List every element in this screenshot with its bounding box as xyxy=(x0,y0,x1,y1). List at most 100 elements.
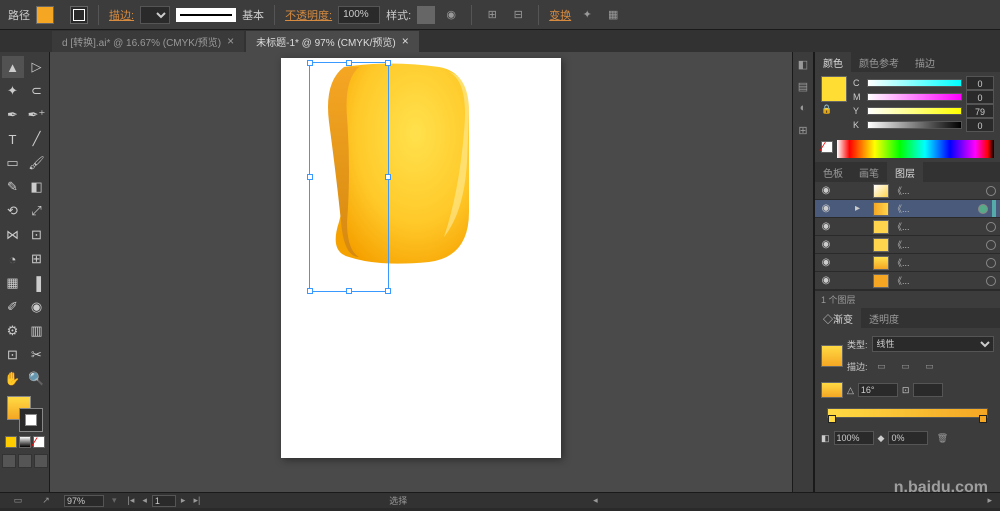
layer-item[interactable]: ◉《... xyxy=(815,218,1000,236)
direct-selection-tool[interactable]: ▷ xyxy=(26,56,48,78)
visibility-icon[interactable]: ◉ xyxy=(819,239,833,250)
stroke-grad-icon[interactable]: ▭ xyxy=(872,356,892,376)
tab-brushes[interactable]: 画笔 xyxy=(851,162,887,182)
gradient-tool[interactable]: ▐ xyxy=(26,272,48,294)
scale-tool[interactable]: ⤢ xyxy=(26,200,48,222)
free-transform-tool[interactable]: ⊡ xyxy=(26,224,48,246)
delete-stop-icon[interactable]: 🗑 xyxy=(932,428,952,448)
stop-opacity-input[interactable] xyxy=(834,431,874,445)
target-icon[interactable] xyxy=(986,222,996,232)
collapsed-panel-icon[interactable]: ▤ xyxy=(793,76,813,96)
normal-screen[interactable] xyxy=(2,454,16,468)
lasso-tool[interactable]: ⊂ xyxy=(26,80,48,102)
lock-icon[interactable]: 🔒 xyxy=(821,104,847,115)
opacity-link[interactable]: 不透明度: xyxy=(285,7,332,23)
target-icon[interactable] xyxy=(986,240,996,250)
cyan-value[interactable]: 0 xyxy=(966,76,994,90)
next-artboard[interactable]: ▸ xyxy=(178,495,189,506)
cyan-slider[interactable] xyxy=(867,79,962,87)
visibility-icon[interactable]: ◉ xyxy=(819,275,833,286)
yellow-slider[interactable] xyxy=(867,107,962,115)
transform-link[interactable]: 变换 xyxy=(549,7,571,23)
gradient-type-select[interactable]: 线性 xyxy=(872,336,994,352)
layer-item[interactable]: ◉《... xyxy=(815,254,1000,272)
tab-doc-2[interactable]: 未标题-1* @ 97% (CMYK/预览)× xyxy=(246,31,419,52)
target-icon[interactable] xyxy=(986,186,996,196)
stroke-width-select[interactable] xyxy=(140,6,170,24)
full-screen-menu[interactable] xyxy=(18,454,32,468)
layer-item[interactable]: ◉《... xyxy=(815,272,1000,290)
color-spectrum[interactable] xyxy=(837,140,994,158)
fill-stroke-control[interactable] xyxy=(7,396,43,432)
type-tool[interactable]: T xyxy=(2,128,24,150)
close-icon[interactable]: × xyxy=(402,34,409,48)
first-artboard[interactable]: |◂ xyxy=(125,495,138,506)
align2-icon[interactable]: ⊟ xyxy=(508,5,528,25)
magic-wand-tool[interactable]: ✦ xyxy=(2,80,24,102)
color-mode[interactable] xyxy=(5,436,17,448)
none-color-icon[interactable]: ⁄ xyxy=(821,141,833,153)
paintbrush-tool[interactable]: 🖌 xyxy=(26,152,48,174)
gradient-swatch[interactable] xyxy=(821,345,843,367)
symbol-sprayer-tool[interactable]: ⚙ xyxy=(2,320,24,342)
yellow-value[interactable]: 79 xyxy=(966,104,994,118)
stroke-preview[interactable] xyxy=(176,8,236,22)
target-icon[interactable] xyxy=(978,204,988,214)
visibility-icon[interactable]: ◉ xyxy=(819,221,833,232)
eraser-tool[interactable]: ◧ xyxy=(26,176,48,198)
zoom-input[interactable] xyxy=(64,495,104,507)
width-tool[interactable]: ⋈ xyxy=(2,224,24,246)
slice-tool[interactable]: ✂ xyxy=(26,344,48,366)
visibility-icon[interactable]: ◉ xyxy=(819,203,833,214)
rectangle-tool[interactable]: ▭ xyxy=(2,152,24,174)
stroke-swatch[interactable] xyxy=(70,6,88,24)
canvas[interactable] xyxy=(50,52,792,492)
black-slider[interactable] xyxy=(867,121,962,129)
artboard-tool[interactable]: ⊡ xyxy=(2,344,24,366)
stroke-link[interactable]: 描边: xyxy=(109,7,134,23)
scroll-right[interactable]: ▸ xyxy=(987,495,992,506)
tab-gradient[interactable]: ◇渐变 xyxy=(815,308,861,328)
gradient-stop[interactable] xyxy=(979,415,987,423)
blend-tool[interactable]: ◉ xyxy=(26,296,48,318)
full-screen[interactable] xyxy=(34,454,48,468)
target-icon[interactable] xyxy=(986,276,996,286)
gradient-stop[interactable] xyxy=(828,415,836,423)
isolate-icon[interactable]: ✦ xyxy=(577,5,597,25)
target-icon[interactable] xyxy=(986,258,996,268)
recolor-icon[interactable]: ◉ xyxy=(441,5,461,25)
last-artboard[interactable]: ▸| xyxy=(190,495,203,506)
stroke-grad-icon[interactable]: ▭ xyxy=(920,356,940,376)
rotate-tool[interactable]: ⟲ xyxy=(2,200,24,222)
status-icon[interactable]: ▭ xyxy=(8,491,28,511)
tab-layers[interactable]: 图层 xyxy=(887,162,923,182)
pencil-tool[interactable]: ✎ xyxy=(2,176,24,198)
prev-artboard[interactable]: ◂ xyxy=(139,495,150,506)
aspect-input[interactable] xyxy=(913,383,943,397)
collapsed-panel-icon[interactable]: ◐ xyxy=(793,98,813,118)
magenta-value[interactable]: 0 xyxy=(966,90,994,104)
tab-stroke[interactable]: 描边 xyxy=(907,52,943,72)
selection-bounds[interactable] xyxy=(309,62,389,292)
color-fill-swatch[interactable] xyxy=(821,76,847,102)
style-swatch[interactable] xyxy=(417,6,435,24)
angle-input[interactable] xyxy=(858,383,898,397)
align-icon[interactable]: ⊞ xyxy=(482,5,502,25)
column-graph-tool[interactable]: ▥ xyxy=(26,320,48,342)
none-mode[interactable]: ⁄ xyxy=(33,436,45,448)
tab-swatches[interactable]: 色板 xyxy=(815,162,851,182)
visibility-icon[interactable]: ◉ xyxy=(819,257,833,268)
collapsed-panel-icon[interactable]: ⊞ xyxy=(793,120,813,140)
selection-tool[interactable]: ▲ xyxy=(2,56,24,78)
perspective-tool[interactable]: ⊞ xyxy=(26,248,48,270)
gradient-ramp[interactable] xyxy=(827,408,988,418)
artboard-input[interactable] xyxy=(152,495,176,507)
magenta-slider[interactable] xyxy=(867,93,962,101)
select-similar-icon[interactable]: ▦ xyxy=(603,5,623,25)
visibility-icon[interactable]: ◉ xyxy=(819,185,833,196)
pen-tool[interactable]: ✒ xyxy=(2,104,24,126)
add-anchor-tool[interactable]: ✒⁺ xyxy=(26,104,48,126)
tab-color[interactable]: 颜色 xyxy=(815,52,851,72)
tab-transparency[interactable]: 透明度 xyxy=(861,308,907,328)
stroke-grad-icon[interactable]: ▭ xyxy=(896,356,916,376)
